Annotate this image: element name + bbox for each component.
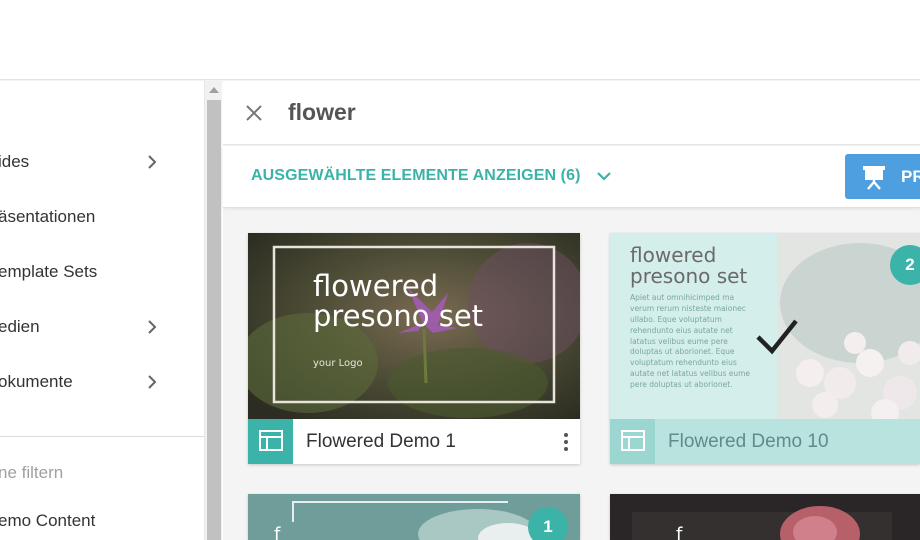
scroll-up-arrow-icon[interactable]: [205, 81, 223, 98]
presentation-card[interactable]: f 1: [248, 494, 580, 540]
sidebar-item-label: emplate Sets: [0, 262, 98, 281]
sidebar-item-presentations[interactable]: äsentationen: [0, 197, 204, 237]
sidebar-item-label: äsentationen: [0, 207, 96, 226]
selection-count-badge: 1: [528, 507, 568, 540]
chevron-right-icon: [148, 320, 157, 334]
sidebar-item-label: ides: [0, 152, 30, 171]
thumbnail-title: flowered presono set: [630, 243, 748, 288]
card-footer: Flowered Demo 1: [248, 419, 580, 464]
template-icon: [610, 419, 655, 464]
selection-bar: AUSGEWÄHLTE ELEMENTE ANZEIGEN (6) PR: [223, 146, 920, 208]
show-selected-link[interactable]: AUSGEWÄHLTE ELEMENTE ANZEIGEN (6): [251, 167, 581, 185]
search-input[interactable]: flower: [288, 99, 356, 126]
sidebar-item-media[interactable]: edien: [0, 307, 204, 347]
thumbnail-title: flowered presono set: [313, 269, 484, 334]
card-thumbnail: f: [610, 494, 920, 540]
card-title: Flowered Demo 1: [306, 431, 456, 452]
card-thumbnail: flowered presono set Apiet aut omnihicimp…: [610, 233, 920, 419]
sidebar-item-documents[interactable]: okumente: [0, 362, 204, 402]
search-bar: flower: [223, 81, 920, 145]
presentation-icon: [863, 166, 885, 190]
card-title: Flowered Demo 10: [668, 431, 829, 452]
filter-heading: ne filtern: [0, 463, 64, 482]
main-content: flower AUSGEWÄHLTE ELEMENTE ANZEIGEN (6)…: [223, 81, 920, 540]
scrollbar-thumb[interactable]: [207, 100, 221, 540]
chevron-right-icon: [148, 155, 157, 169]
sidebar-item-template-sets[interactable]: emplate Sets: [0, 252, 204, 292]
sidebar-item-label: okumente: [0, 372, 73, 391]
svg-text:f: f: [274, 524, 281, 540]
top-header-bar: [0, 0, 920, 80]
close-icon[interactable]: [243, 102, 265, 124]
thumbnail-body-text: Apiet aut omnihicimped ma verum rerum ni…: [630, 293, 751, 389]
present-button[interactable]: PR: [845, 154, 920, 199]
chevron-down-icon[interactable]: [595, 166, 613, 186]
more-options-icon[interactable]: [558, 431, 574, 453]
sidebar-item-label: edien: [0, 317, 40, 336]
chevron-right-icon: [148, 375, 157, 389]
presentation-card-selected[interactable]: flowered presono set Apiet aut omnihicimp…: [610, 233, 920, 464]
present-button-label: PR: [901, 167, 920, 186]
card-footer: Flowered Demo 10: [610, 419, 920, 464]
sidebar: ides äsentationen emplate Sets edien oku…: [0, 81, 204, 540]
presentation-card[interactable]: flowered presono set your Logo Flowered D…: [248, 233, 580, 464]
presentation-card[interactable]: f: [610, 494, 920, 540]
card-thumbnail: f 1: [248, 494, 580, 540]
sidebar-item-slides[interactable]: ides: [0, 142, 204, 182]
thumbnail-logo-text: your Logo: [313, 358, 363, 369]
svg-text:f: f: [676, 524, 683, 540]
card-thumbnail: flowered presono set your Logo: [248, 233, 580, 419]
template-icon: [248, 419, 293, 464]
filter-item-demo-content[interactable]: emo Content: [0, 511, 95, 531]
sidebar-divider: [0, 436, 204, 437]
sidebar-scrollbar[interactable]: [204, 81, 222, 540]
